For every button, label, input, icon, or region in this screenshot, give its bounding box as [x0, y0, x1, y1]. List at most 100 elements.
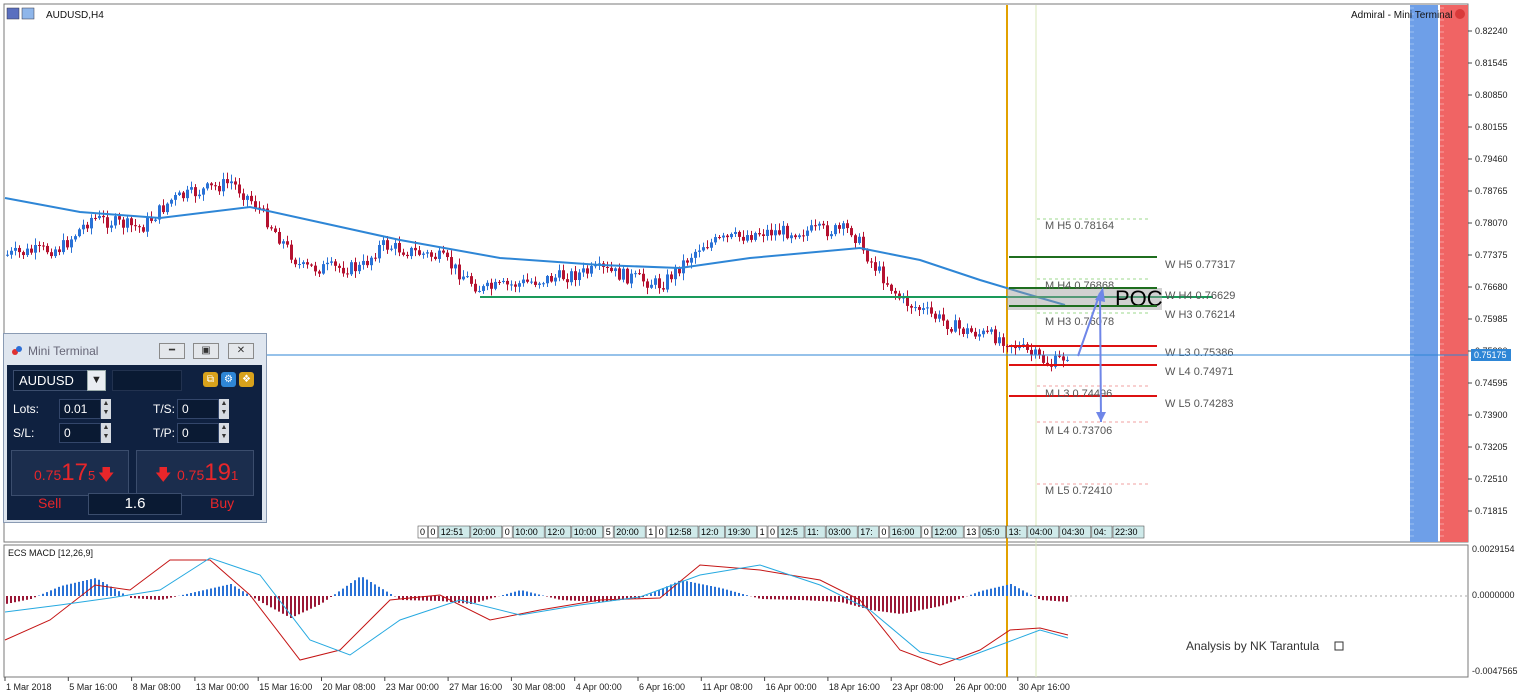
minimize-icon[interactable]: ━	[159, 343, 185, 359]
date-axis-label: 15 Mar 16:00	[259, 682, 312, 692]
candle-body	[470, 276, 473, 284]
sl-input[interactable]: 0	[59, 423, 101, 443]
macd-bar	[1050, 596, 1052, 601]
macd-bar	[946, 596, 948, 604]
candle-body	[706, 247, 709, 249]
macd-bar	[154, 596, 156, 600]
macd-bar	[478, 596, 480, 602]
macd-bar	[982, 590, 984, 596]
candle-body	[942, 314, 945, 321]
restore-icon[interactable]: ▣	[193, 343, 219, 359]
time-label: 05:0	[982, 527, 1000, 537]
time-label: 5	[606, 527, 611, 537]
candle-body	[546, 275, 549, 284]
candle-body	[14, 247, 17, 251]
settings-gear-icon[interactable]: ⚙	[221, 372, 236, 387]
candle-body	[70, 239, 73, 248]
admiral-logo-icon	[12, 346, 22, 355]
candle-body	[198, 194, 201, 197]
candle-body	[990, 329, 993, 332]
macd-bar	[554, 596, 556, 599]
candle-body	[38, 245, 41, 247]
macd-bar	[190, 593, 192, 596]
date-axis-label: 26 Apr 00:00	[956, 682, 1007, 692]
macd-bar	[238, 588, 240, 596]
orders-icon[interactable]: ⧉	[203, 372, 218, 387]
tp-stepper[interactable]: ▲ ▼	[219, 423, 229, 443]
macd-bar	[150, 596, 152, 600]
macd-bar	[874, 596, 876, 611]
macd-bar	[906, 596, 908, 613]
analysis-credit: Analysis by NK Tarantula	[1186, 639, 1320, 653]
ts-stepper[interactable]: ▲ ▼	[219, 399, 229, 419]
candle-body	[870, 261, 873, 263]
macd-bar	[938, 596, 940, 607]
macd-bar	[702, 584, 704, 596]
expand-icon[interactable]: ❖	[239, 372, 254, 387]
sl-stepper[interactable]: ▲ ▼	[101, 423, 111, 443]
candle-body	[26, 248, 29, 256]
price-axis-label: 0.73205	[1475, 442, 1508, 452]
candle-body	[494, 281, 497, 289]
price-axis-label: 0.79460	[1475, 154, 1508, 164]
candle-body	[378, 244, 381, 259]
candle-body	[34, 245, 37, 253]
price-axis-label: 0.72510	[1475, 474, 1508, 484]
buy-button[interactable]: 🡇 0.75191	[136, 450, 254, 496]
macd-bar	[1026, 592, 1028, 596]
candle-body	[78, 229, 81, 237]
candle-body	[1038, 349, 1041, 356]
macd-bar	[466, 596, 468, 604]
candle-body	[434, 256, 437, 259]
date-axis-label: 1 Mar 2018	[6, 682, 52, 692]
close-window-icon[interactable]: ✕	[228, 343, 254, 359]
candle-body	[1042, 355, 1045, 363]
mini-terminal-panel[interactable]: Mini Terminal ━ ▣ ✕ AUDUSD ▼ ⧉ ⚙ ❖ Lots:…	[3, 333, 267, 523]
candle-body	[974, 331, 977, 337]
candle-body	[562, 270, 565, 280]
price-axis: 0.82240 0.81545 0.80850 0.80155 0.79460 0.787…	[1468, 26, 1508, 516]
weekly-h5-label: W H5 0.77317	[1165, 259, 1235, 271]
macd-bar	[78, 581, 80, 596]
macd-bar	[334, 594, 336, 596]
macd-bar	[10, 596, 12, 603]
price-axis-label: 0.82240	[1475, 26, 1508, 36]
candle-body	[134, 225, 137, 227]
macd-bar	[546, 596, 548, 597]
candle-body	[362, 260, 365, 265]
mini-terminal-titlebar[interactable]: Mini Terminal ━ ▣ ✕	[4, 334, 266, 364]
candle-body	[614, 268, 617, 272]
candle-body	[566, 279, 569, 283]
macd-bar	[378, 586, 380, 596]
macd-bar	[182, 594, 184, 596]
macd-bar	[1006, 584, 1008, 596]
ts-input[interactable]: 0	[177, 399, 219, 419]
macd-bar	[42, 593, 44, 596]
candle-body	[66, 240, 69, 248]
macd-bar	[486, 596, 488, 600]
close-icon[interactable]	[1455, 9, 1465, 19]
candle-body	[90, 217, 93, 229]
chevron-down-icon[interactable]: ▼	[87, 370, 106, 391]
candle-body	[386, 240, 389, 250]
macd-bar	[706, 585, 708, 596]
candle-body	[950, 329, 953, 332]
sell-label[interactable]: Sell	[38, 495, 61, 511]
sell-button[interactable]: 0.75175 🡇	[11, 450, 129, 496]
macd-bar	[254, 596, 256, 599]
macd-bar	[834, 596, 836, 602]
macd-bar	[602, 596, 604, 602]
candle-body	[574, 271, 577, 281]
candle-body	[670, 274, 673, 280]
candle-body	[946, 320, 949, 330]
macd-bar	[810, 596, 812, 601]
candle-body	[570, 271, 573, 283]
tp-input[interactable]: 0	[177, 423, 219, 443]
candle-body	[446, 252, 449, 258]
macd-bar	[354, 580, 356, 596]
lots-input[interactable]: 0.01	[59, 399, 101, 419]
lots-stepper[interactable]: ▲ ▼	[101, 399, 111, 419]
buy-label[interactable]: Buy	[210, 495, 234, 511]
candle-body	[998, 337, 1001, 344]
candle-body	[714, 237, 717, 243]
